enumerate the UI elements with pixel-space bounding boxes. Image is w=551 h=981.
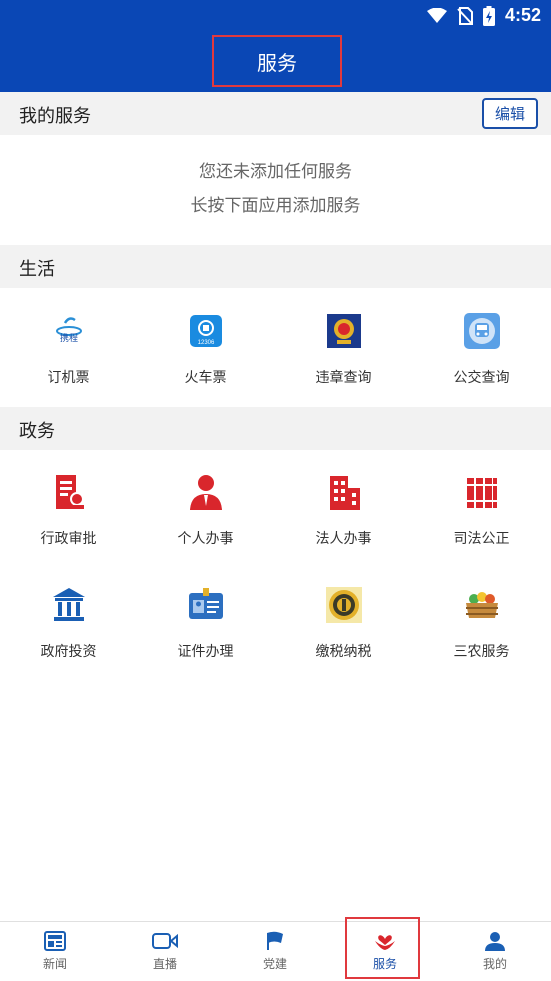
id-card-icon — [188, 588, 223, 619]
service-label: 公交查询 — [453, 370, 510, 386]
status-bar: 4:52 — [0, 0, 551, 32]
service-label: 订机票 — [47, 370, 90, 386]
service-label: 个人办事 — [177, 531, 234, 547]
active-tab-highlight — [345, 917, 420, 979]
empty-services-message: 您还未添加任何服务 长按下面应用添加服务 — [0, 155, 551, 223]
edit-button[interactable]: 编辑 — [482, 98, 538, 129]
news-icon — [44, 931, 66, 951]
service-label: 火车票 — [184, 370, 227, 386]
service-agriculture[interactable]: 三农服务 — [413, 585, 550, 661]
tab-mine[interactable]: 我的 — [440, 922, 550, 981]
tax-emblem-icon — [325, 587, 362, 623]
service-label: 司法公正 — [453, 531, 510, 547]
tab-label: 直播 — [152, 957, 177, 971]
farm-produce-icon — [465, 592, 498, 618]
status-icons: 4:52 — [426, 5, 541, 26]
battery-icon — [482, 5, 495, 26]
empty-message-line2: 长按下面应用添加服务 — [190, 196, 361, 216]
wifi-icon — [426, 7, 447, 23]
service-label: 政府投资 — [40, 644, 97, 660]
law-books-icon — [466, 478, 497, 508]
service-label: 缴税纳税 — [315, 644, 372, 660]
service-administrative-approval[interactable]: 行政审批 — [0, 472, 137, 548]
svg-text:12306: 12306 — [197, 340, 214, 346]
service-tax-payment[interactable]: 缴税纳税 — [275, 585, 412, 661]
service-personal-affairs[interactable]: 个人办事 — [137, 472, 274, 548]
page-title: 服务 — [212, 35, 342, 87]
flight-ticket-icon: 携程 — [55, 317, 82, 343]
tab-news[interactable]: 新闻 — [0, 922, 110, 981]
service-government-investment[interactable]: 政府投资 — [0, 585, 137, 661]
service-label: 违章查询 — [315, 370, 372, 386]
tab-party-building[interactable]: 党建 — [220, 922, 330, 981]
tab-label: 我的 — [482, 957, 507, 971]
video-icon — [152, 933, 178, 949]
service-flight-ticket[interactable]: 携程 订机票 — [0, 311, 137, 387]
approval-document-icon — [55, 475, 84, 509]
svg-text:携程: 携程 — [59, 332, 77, 343]
no-sim-icon — [457, 6, 473, 25]
traffic-police-icon — [326, 314, 361, 348]
person-icon — [189, 475, 222, 510]
government-building-icon — [52, 588, 85, 621]
life-section-header: 生活 — [0, 245, 551, 288]
government-section-header: 政务 — [0, 407, 551, 450]
service-label: 法人办事 — [315, 531, 372, 547]
service-bus-query[interactable]: 公交查询 — [413, 311, 550, 387]
status-time: 4:52 — [504, 5, 541, 25]
tab-label: 新闻 — [42, 957, 67, 971]
bottom-tab-bar: 新闻 直播 党建 服务 我的 — [0, 917, 551, 981]
service-train-ticket[interactable]: 12306 火车票 — [137, 311, 274, 387]
tab-label: 党建 — [262, 957, 287, 971]
service-label: 证件办理 — [177, 644, 234, 660]
service-label: 三农服务 — [453, 644, 510, 660]
government-section-title: 政务 — [19, 421, 55, 442]
train-ticket-icon: 12306 — [189, 315, 222, 347]
service-legal-entity-affairs[interactable]: 法人办事 — [275, 472, 412, 548]
tab-live[interactable]: 直播 — [110, 922, 220, 981]
user-icon — [485, 932, 505, 951]
party-flag-icon — [267, 931, 283, 950]
service-traffic-violation[interactable]: 违章查询 — [275, 311, 412, 387]
service-id-certificate[interactable]: 证件办理 — [137, 585, 274, 661]
app-header: 服务 — [0, 32, 551, 92]
service-label: 行政审批 — [40, 531, 97, 547]
my-services-title: 我的服务 — [19, 106, 91, 127]
empty-message-line1: 您还未添加任何服务 — [199, 162, 352, 182]
service-judicial-justice[interactable]: 司法公正 — [413, 472, 550, 548]
bus-icon — [463, 313, 500, 349]
building-icon — [329, 476, 360, 510]
life-section-title: 生活 — [19, 259, 55, 280]
my-services-header: 我的服务 编辑 — [0, 92, 551, 135]
